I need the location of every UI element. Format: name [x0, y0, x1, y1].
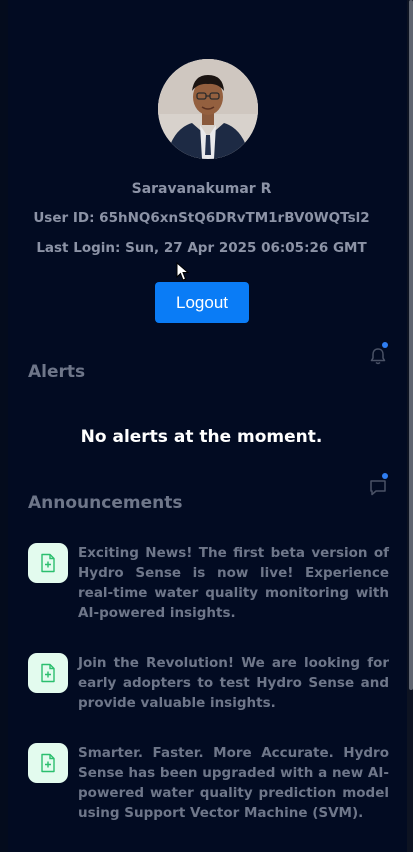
- announcement-text: Smarter. Faster. More Accurate. Hydro Se…: [78, 745, 389, 821]
- no-alerts-message: No alerts at the moment.: [80, 427, 323, 447]
- announcement-text: Join the Revolution! We are looking for …: [78, 655, 389, 711]
- file-plus-icon: [28, 743, 68, 783]
- announcement-text: Exciting News! The first beta version of…: [78, 545, 389, 621]
- announcements-title: Announcements: [28, 493, 183, 513]
- file-plus-icon: [28, 653, 68, 693]
- announcements-notification-button[interactable]: [368, 473, 388, 497]
- scrollbar-thumb[interactable]: [409, 0, 413, 690]
- logout-button[interactable]: Logout: [155, 282, 249, 323]
- user-id: User ID: 65hNQ6xnStQ6DRvTM1rBV0WQTsl2: [33, 210, 370, 226]
- alerts-notification-button[interactable]: [368, 342, 388, 366]
- profile-panel: Saravanakumar R User ID: 65hNQ6xnStQ6DRv…: [8, 0, 407, 852]
- bell-icon: [370, 348, 386, 365]
- avatar: [158, 59, 258, 159]
- last-login: Last Login: Sun, 27 Apr 2025 06:05:26 GM…: [36, 240, 367, 256]
- alerts-notification-dot: [382, 342, 388, 348]
- avatar-photo: [158, 59, 258, 159]
- mouse-cursor-icon: [176, 262, 190, 281]
- chat-icon: [370, 480, 386, 496]
- user-name: Saravanakumar R: [131, 181, 272, 197]
- file-plus-icon: [28, 543, 68, 583]
- announcements-notification-dot: [382, 473, 388, 479]
- scrollbar[interactable]: [407, 0, 413, 852]
- alerts-title: Alerts: [28, 362, 86, 382]
